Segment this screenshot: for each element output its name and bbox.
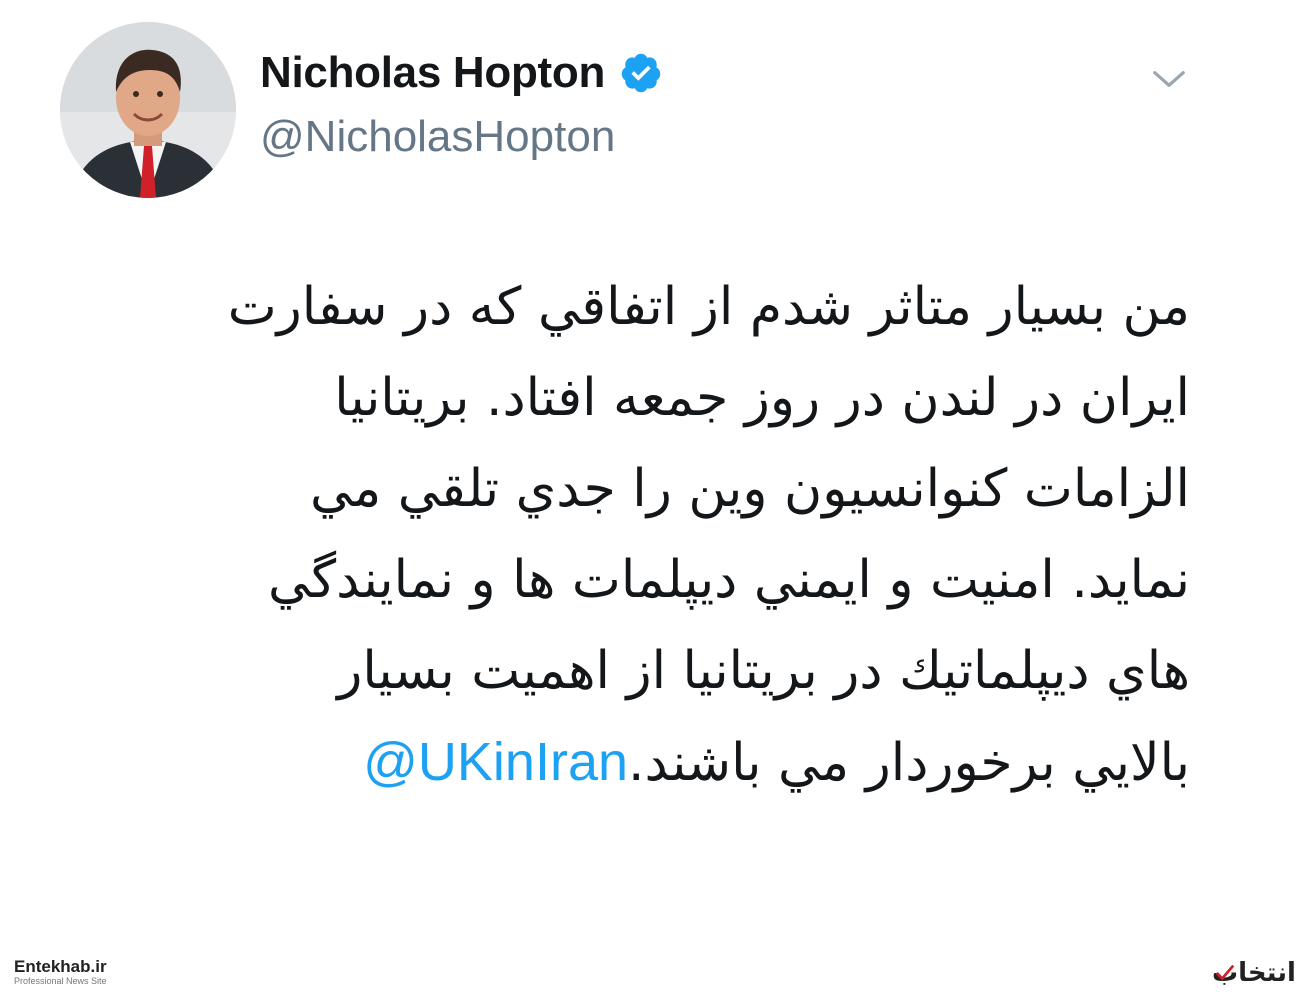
watermark-subtitle: Professional News Site [14,976,107,986]
profile-photo-icon [60,22,236,198]
chevron-down-icon[interactable] [1150,60,1188,98]
tweet-line: ايران در لندن در روز جمعه افتاد. بريتاني… [334,368,1190,428]
avatar[interactable] [60,22,236,198]
tweet-card: Nicholas Hopton @NicholasHopton من بسيار… [0,0,1306,1008]
tweet-line: من بسيار متاثر شدم از اتفاقي كه در سفارت [227,277,1190,337]
watermark-right: انتخاب [1212,958,1296,988]
tweet-text: من بسيار متاثر شدم از اتفاقي كه در سفارت… [100,262,1190,809]
watermark-brand: Entekhab.ir [14,957,107,976]
watermark-left: Entekhab.ir Professional News Site [14,958,107,986]
checkmark-icon [1215,964,1235,981]
mention-link[interactable]: @UKinIran [363,717,628,808]
tweet-line: نمايد. امنيت و ايمني ديپلمات ها و نمايند… [268,550,1190,610]
author-display-name[interactable]: Nicholas Hopton [260,48,605,98]
tweet-line: بالايي برخوردار مي باشند. [628,733,1190,793]
tweet-line: الزامات كنوانسيون وين را جدي تلقي مي [309,459,1190,519]
author-handle[interactable]: @NicholasHopton [260,112,615,162]
author-name-row: Nicholas Hopton [260,48,663,98]
tweet-last-line: بالايي برخوردار مي باشند.@UKinIran [100,717,1190,809]
verified-badge-icon [621,53,661,93]
tweet-line: هاي ديپلماتيك در بريتانيا از اهميت بسيار [337,641,1190,701]
